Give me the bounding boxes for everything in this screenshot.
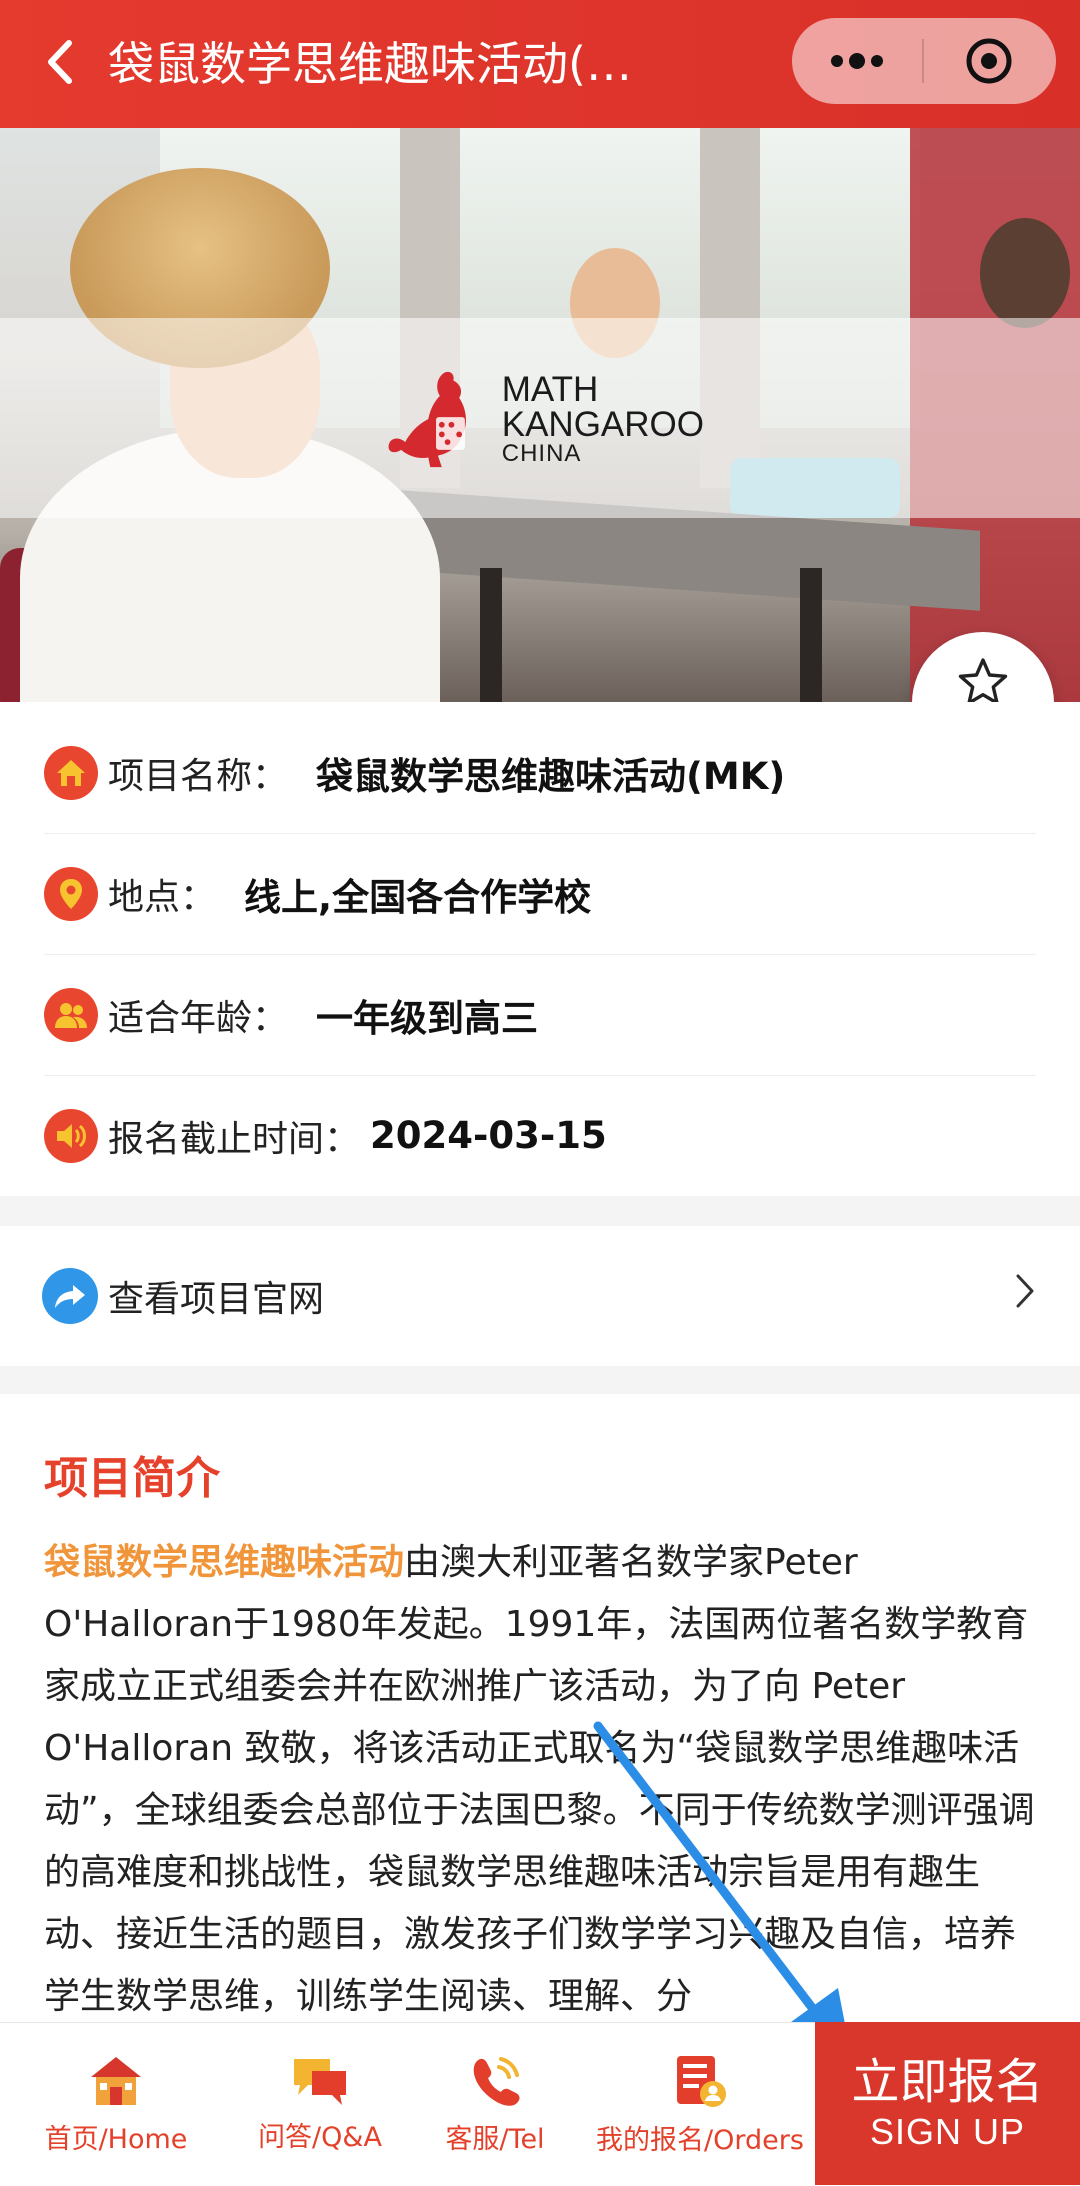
location-value: 线上,全国各合作学校 [244, 875, 592, 919]
close-mini-program-button[interactable] [924, 18, 1054, 104]
logo-text-math: MATH [501, 370, 599, 409]
info-key: 地点： [108, 876, 217, 918]
student-background [980, 218, 1070, 328]
house-icon [91, 2057, 141, 2105]
view-website-row[interactable]: 查看项目官网 [0, 1226, 1080, 1366]
chevron-left-icon [48, 40, 72, 84]
banner-image: MATH KANGAROO CHINA [0, 128, 1080, 702]
location-pin-icon [44, 866, 98, 921]
logo-text-kangaroo: KANGAROO [501, 405, 704, 444]
orders-icon [677, 2056, 726, 2107]
info-row-age: 适合年龄： 一年级到高三 [44, 954, 1036, 1076]
tab-tel[interactable]: 客服/Tel [420, 2023, 570, 2186]
info-row-project-name: 项目名称： 袋鼠数学思维趣味活动(MK) [44, 712, 1036, 834]
intro-highlight: 袋鼠数学思维趣味活动 [44, 1542, 405, 1583]
sign-up-label-cn: 立即报名 [851, 2053, 1044, 2110]
top-bar: 袋鼠数学思维趣味活动(… [0, 0, 1080, 128]
star-icon [958, 657, 1008, 705]
intro-body: 由澳大利亚著名数学家Peter O'Halloran于1980年发起。1991年… [44, 1542, 1035, 2017]
tab-orders-label: 我的报名/Orders [596, 2125, 804, 2156]
mini-program-capsule [792, 18, 1056, 104]
people-icon [44, 987, 98, 1042]
tab-home-label: 首页/Home [44, 2124, 188, 2155]
intro-title: 项目简介 [44, 1453, 220, 1504]
desk-leg [800, 568, 822, 702]
tab-orders[interactable]: 我的报名/Orders [585, 2023, 815, 2186]
chat-bubbles-icon [294, 2059, 346, 2105]
speaker-icon [44, 1108, 98, 1163]
home-icon [44, 745, 98, 800]
info-key: 适合年龄： [108, 997, 289, 1039]
intro-text: 袋鼠数学思维趣味活动由澳大利亚著名数学家Peter O'Halloran于198… [44, 1532, 1040, 2028]
view-website-label: 查看项目官网 [108, 1279, 325, 1320]
sign-up-button[interactable]: 立即报名 SIGN UP [815, 2022, 1080, 2185]
tab-tel-label: 客服/Tel [445, 2124, 545, 2155]
kangaroo-icon [388, 371, 466, 468]
sign-up-label-en: SIGN UP [869, 2110, 1026, 2152]
project-info-card: 项目名称： 袋鼠数学思维趣味活动(MK) 地点： 线上,全国各合作学校 适合年龄… [0, 702, 1080, 1196]
info-key: 项目名称： [108, 755, 289, 797]
tab-qa[interactable]: 问答/Q&A [230, 2023, 410, 2186]
logo-text-china: CHINA [501, 440, 582, 467]
project-intro-section: 项目简介 袋鼠数学思维趣味活动由澳大利亚著名数学家Peter O'Hallora… [0, 1394, 1080, 2034]
age-value: 一年级到高三 [316, 996, 539, 1040]
info-key: 报名截止时间： [108, 1118, 361, 1160]
info-row-location: 地点： 线上,全国各合作学校 [44, 833, 1036, 955]
share-arrow-icon [42, 1268, 98, 1324]
phone-icon [473, 2057, 520, 2106]
deadline-value: 2024-03-15 [370, 1114, 607, 1157]
desk-leg [480, 568, 502, 702]
back-button[interactable] [38, 32, 82, 92]
project-name-value: 袋鼠数学思维趣味活动(MK) [316, 754, 786, 798]
tab-home[interactable]: 首页/Home [24, 2023, 208, 2186]
more-dots-icon [831, 53, 883, 69]
tab-qa-label: 问答/Q&A [258, 2122, 382, 2153]
target-close-icon [966, 38, 1012, 84]
math-kangaroo-logo: MATH KANGAROO CHINA [384, 364, 704, 474]
chevron-right-icon [1016, 1274, 1034, 1308]
page-title: 袋鼠数学思维趣味活动(… [108, 37, 632, 91]
info-row-deadline: 报名截止时间： 2024-03-15 [44, 1075, 1036, 1196]
more-button[interactable] [792, 18, 922, 104]
